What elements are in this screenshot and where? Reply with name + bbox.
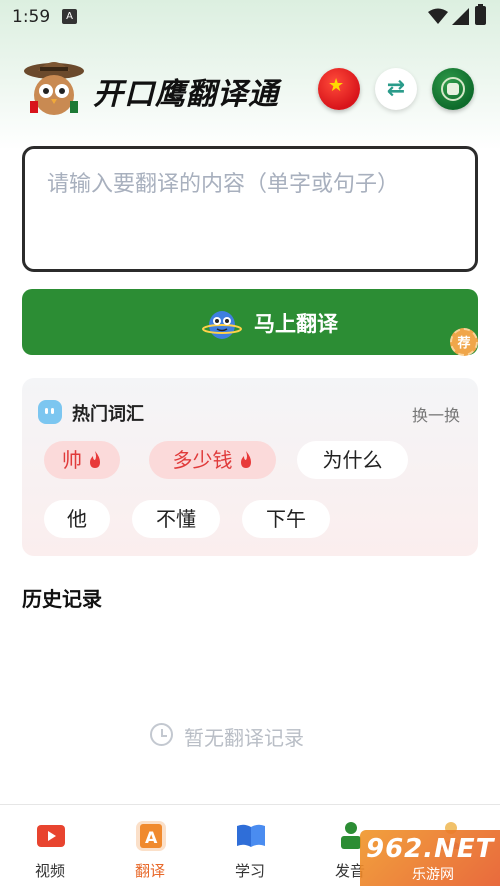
source-language-button[interactable]: ★ — [318, 68, 360, 110]
translate-button-label: 马上翻译 — [254, 312, 338, 336]
clock-icon — [150, 723, 173, 746]
refresh-button[interactable]: 换一换 — [412, 402, 460, 426]
fire-icon — [90, 451, 100, 468]
hot-word-chip[interactable]: 帅 — [44, 441, 120, 479]
owl-logo-icon — [24, 62, 84, 115]
cell-signal-icon — [452, 8, 469, 25]
translation-input-box — [22, 146, 478, 272]
fire-icon — [240, 451, 251, 468]
arabic-flag-emblem — [447, 83, 459, 95]
nav-item-learn[interactable]: 学习 — [200, 805, 300, 890]
china-flag-icon: ★ — [328, 75, 345, 96]
hot-word-chip[interactable]: 下午 — [242, 500, 330, 538]
target-language-button[interactable] — [432, 68, 474, 110]
status-bar: 1:59 A — [0, 0, 500, 34]
chip-label: 下午 — [266, 507, 306, 531]
book-icon — [237, 824, 265, 847]
battery-icon — [475, 4, 486, 25]
nav-label: 翻译 — [134, 862, 165, 880]
hot-word-chip[interactable]: 他 — [44, 500, 110, 538]
swap-arrows-icon: ⇄ — [386, 76, 406, 101]
translation-input[interactable] — [25, 149, 475, 269]
app-title: 开口鹰翻译通 — [93, 77, 279, 112]
notification-icon: A — [62, 9, 77, 24]
nav-item-translate[interactable]: A 翻译 — [100, 805, 200, 890]
video-play-icon — [37, 825, 65, 847]
history-title: 历史记录 — [22, 587, 102, 611]
watermark: 962.NET 乐游网 — [360, 830, 500, 886]
translate-button[interactable]: 马上翻译 — [22, 289, 478, 355]
hot-words-card: 热门词汇 换一换 帅 多少钱 为什么 他 不懂 下午 — [22, 378, 478, 556]
chip-label: 不懂 — [156, 507, 196, 531]
hot-words-icon — [38, 400, 62, 424]
chip-label: 为什么 — [322, 448, 383, 472]
nav-label: 学习 — [234, 862, 265, 880]
mascot-icon — [202, 311, 242, 339]
chip-label: 他 — [67, 507, 87, 531]
app-header: 开口鹰翻译通 ★ ⇄ — [0, 55, 500, 125]
wifi-icon — [428, 8, 448, 24]
watermark-sub: 乐游网 — [412, 867, 454, 883]
hot-words-title: 热门词汇 — [72, 404, 144, 425]
hot-word-chip[interactable]: 不懂 — [132, 500, 220, 538]
watermark-main: 962.NET — [366, 834, 495, 864]
swap-language-button[interactable]: ⇄ — [375, 68, 417, 110]
nav-label: 视频 — [34, 862, 65, 880]
status-time: 1:59 — [12, 7, 51, 27]
translate-icon: A — [136, 821, 166, 851]
hot-word-chip[interactable]: 多少钱 — [149, 441, 276, 479]
chip-label: 多少钱 — [172, 448, 233, 472]
chip-label: 帅 — [62, 448, 82, 472]
svg-text:A: A — [145, 828, 158, 847]
nav-item-video[interactable]: 视频 — [0, 805, 100, 890]
hot-word-chip[interactable]: 为什么 — [297, 441, 408, 479]
recommend-badge: 荐 — [450, 328, 478, 356]
history-empty-text: 暂无翻译记录 — [184, 726, 304, 750]
